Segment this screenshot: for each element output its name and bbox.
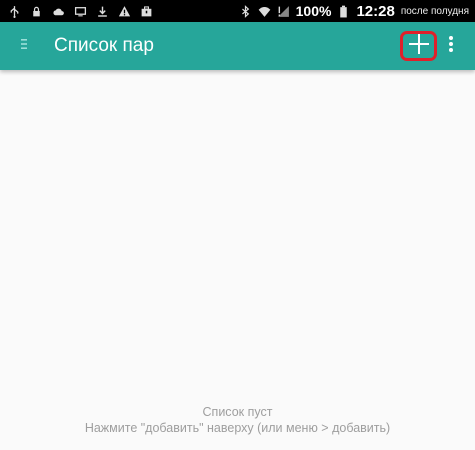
overflow-menu-button[interactable] [444, 34, 458, 58]
nav-button[interactable] [14, 36, 34, 56]
status-bar: 100% 12:28 после полудня [0, 0, 475, 22]
bluetooth-icon [239, 4, 252, 18]
screen-icon [74, 5, 87, 18]
usb-icon [8, 5, 21, 18]
grip-icon [19, 37, 29, 56]
warning-icon [118, 5, 131, 18]
lock-icon [30, 5, 43, 18]
page-title: Список пар [54, 35, 154, 56]
status-bar-left-icons [0, 5, 153, 18]
wifi-icon [258, 5, 271, 18]
signal-icon [277, 5, 290, 18]
download-icon [96, 5, 109, 18]
battery-level: 100% [295, 3, 332, 19]
empty-state: Список пуст Нажмите "добавить" наверху (… [0, 404, 475, 436]
briefcase-icon [140, 5, 153, 18]
battery-icon [337, 5, 350, 18]
app-bar: Список пар [0, 22, 475, 70]
plus-icon [408, 33, 429, 59]
empty-state-title: Список пуст [202, 405, 273, 419]
clock-time: 12:28 [356, 2, 395, 20]
add-button[interactable] [400, 31, 437, 61]
cloud-upload-icon [52, 5, 65, 18]
more-vert-icon [448, 35, 454, 58]
empty-state-hint: Нажмите "добавить" наверху (или меню > д… [84, 421, 391, 435]
clock-period: после полудня [400, 5, 469, 17]
status-bar-right: 100% 12:28 после полудня [239, 0, 469, 22]
